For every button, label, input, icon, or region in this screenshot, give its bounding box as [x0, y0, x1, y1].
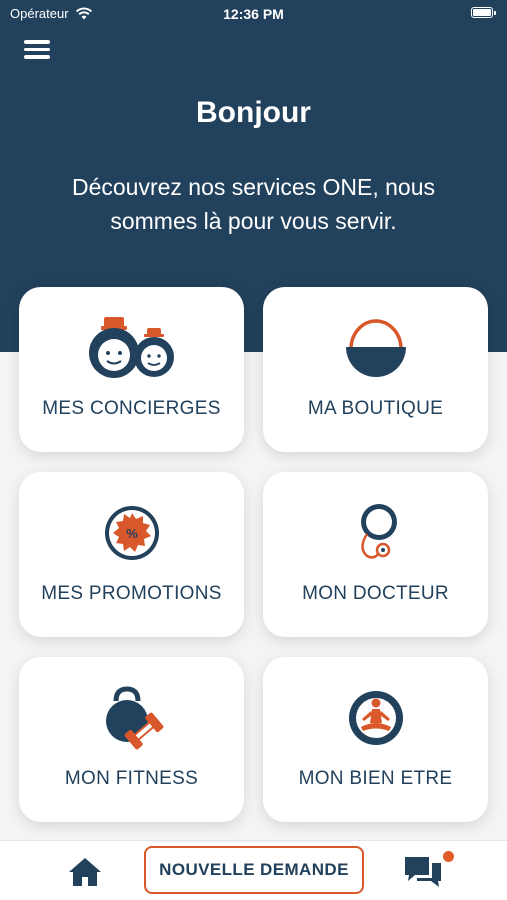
menu-button[interactable] — [24, 40, 50, 62]
hamburger-line — [24, 40, 50, 44]
kettlebell-icon — [19, 683, 244, 753]
service-label: MA BOUTIQUE — [307, 398, 444, 419]
chat-icon — [405, 857, 441, 887]
notification-dot — [443, 851, 454, 862]
home-button[interactable] — [66, 855, 104, 889]
bottom-navigation: NOUVELLE DEMANDE — [0, 840, 507, 900]
concierges-icon — [19, 313, 244, 383]
new-request-button[interactable]: NOUVELLE DEMANDE — [144, 846, 364, 894]
service-label: MES PROMOTIONS — [41, 583, 222, 604]
greeting-subtitle: Découvrez nos services ONE, nous sommes … — [71, 174, 436, 234]
stethoscope-icon — [263, 498, 488, 568]
home-icon — [69, 858, 101, 886]
service-card-fitness[interactable]: MON FITNESS — [19, 657, 244, 822]
service-card-docteur[interactable]: MON DOCTEUR — [263, 472, 488, 637]
service-card-concierges[interactable]: MES CONCIERGES — [19, 287, 244, 452]
battery-icon — [471, 7, 496, 18]
service-label: MES CONCIERGES — [42, 398, 221, 419]
service-label: MON BIEN ETRE — [298, 768, 453, 789]
messages-button[interactable] — [403, 851, 455, 891]
service-card-bien-etre[interactable]: MON BIEN ETRE — [263, 657, 488, 822]
status-bar: Opérateur 12:36 PM — [0, 0, 507, 28]
greeting-title: Bonjour — [196, 96, 311, 129]
service-card-boutique[interactable]: MA BOUTIQUE — [263, 287, 488, 452]
shopping-basket-icon — [263, 313, 488, 383]
promotion-badge-icon: % — [19, 498, 244, 568]
service-label: MON FITNESS — [64, 768, 199, 789]
hamburger-line — [24, 47, 50, 51]
hamburger-line — [24, 55, 50, 59]
service-card-promotions[interactable]: % MES PROMOTIONS — [19, 472, 244, 637]
meditation-icon — [263, 683, 488, 753]
svg-text:%: % — [126, 526, 138, 541]
clock: 12:36 PM — [223, 6, 284, 22]
service-label: MON DOCTEUR — [302, 583, 449, 604]
